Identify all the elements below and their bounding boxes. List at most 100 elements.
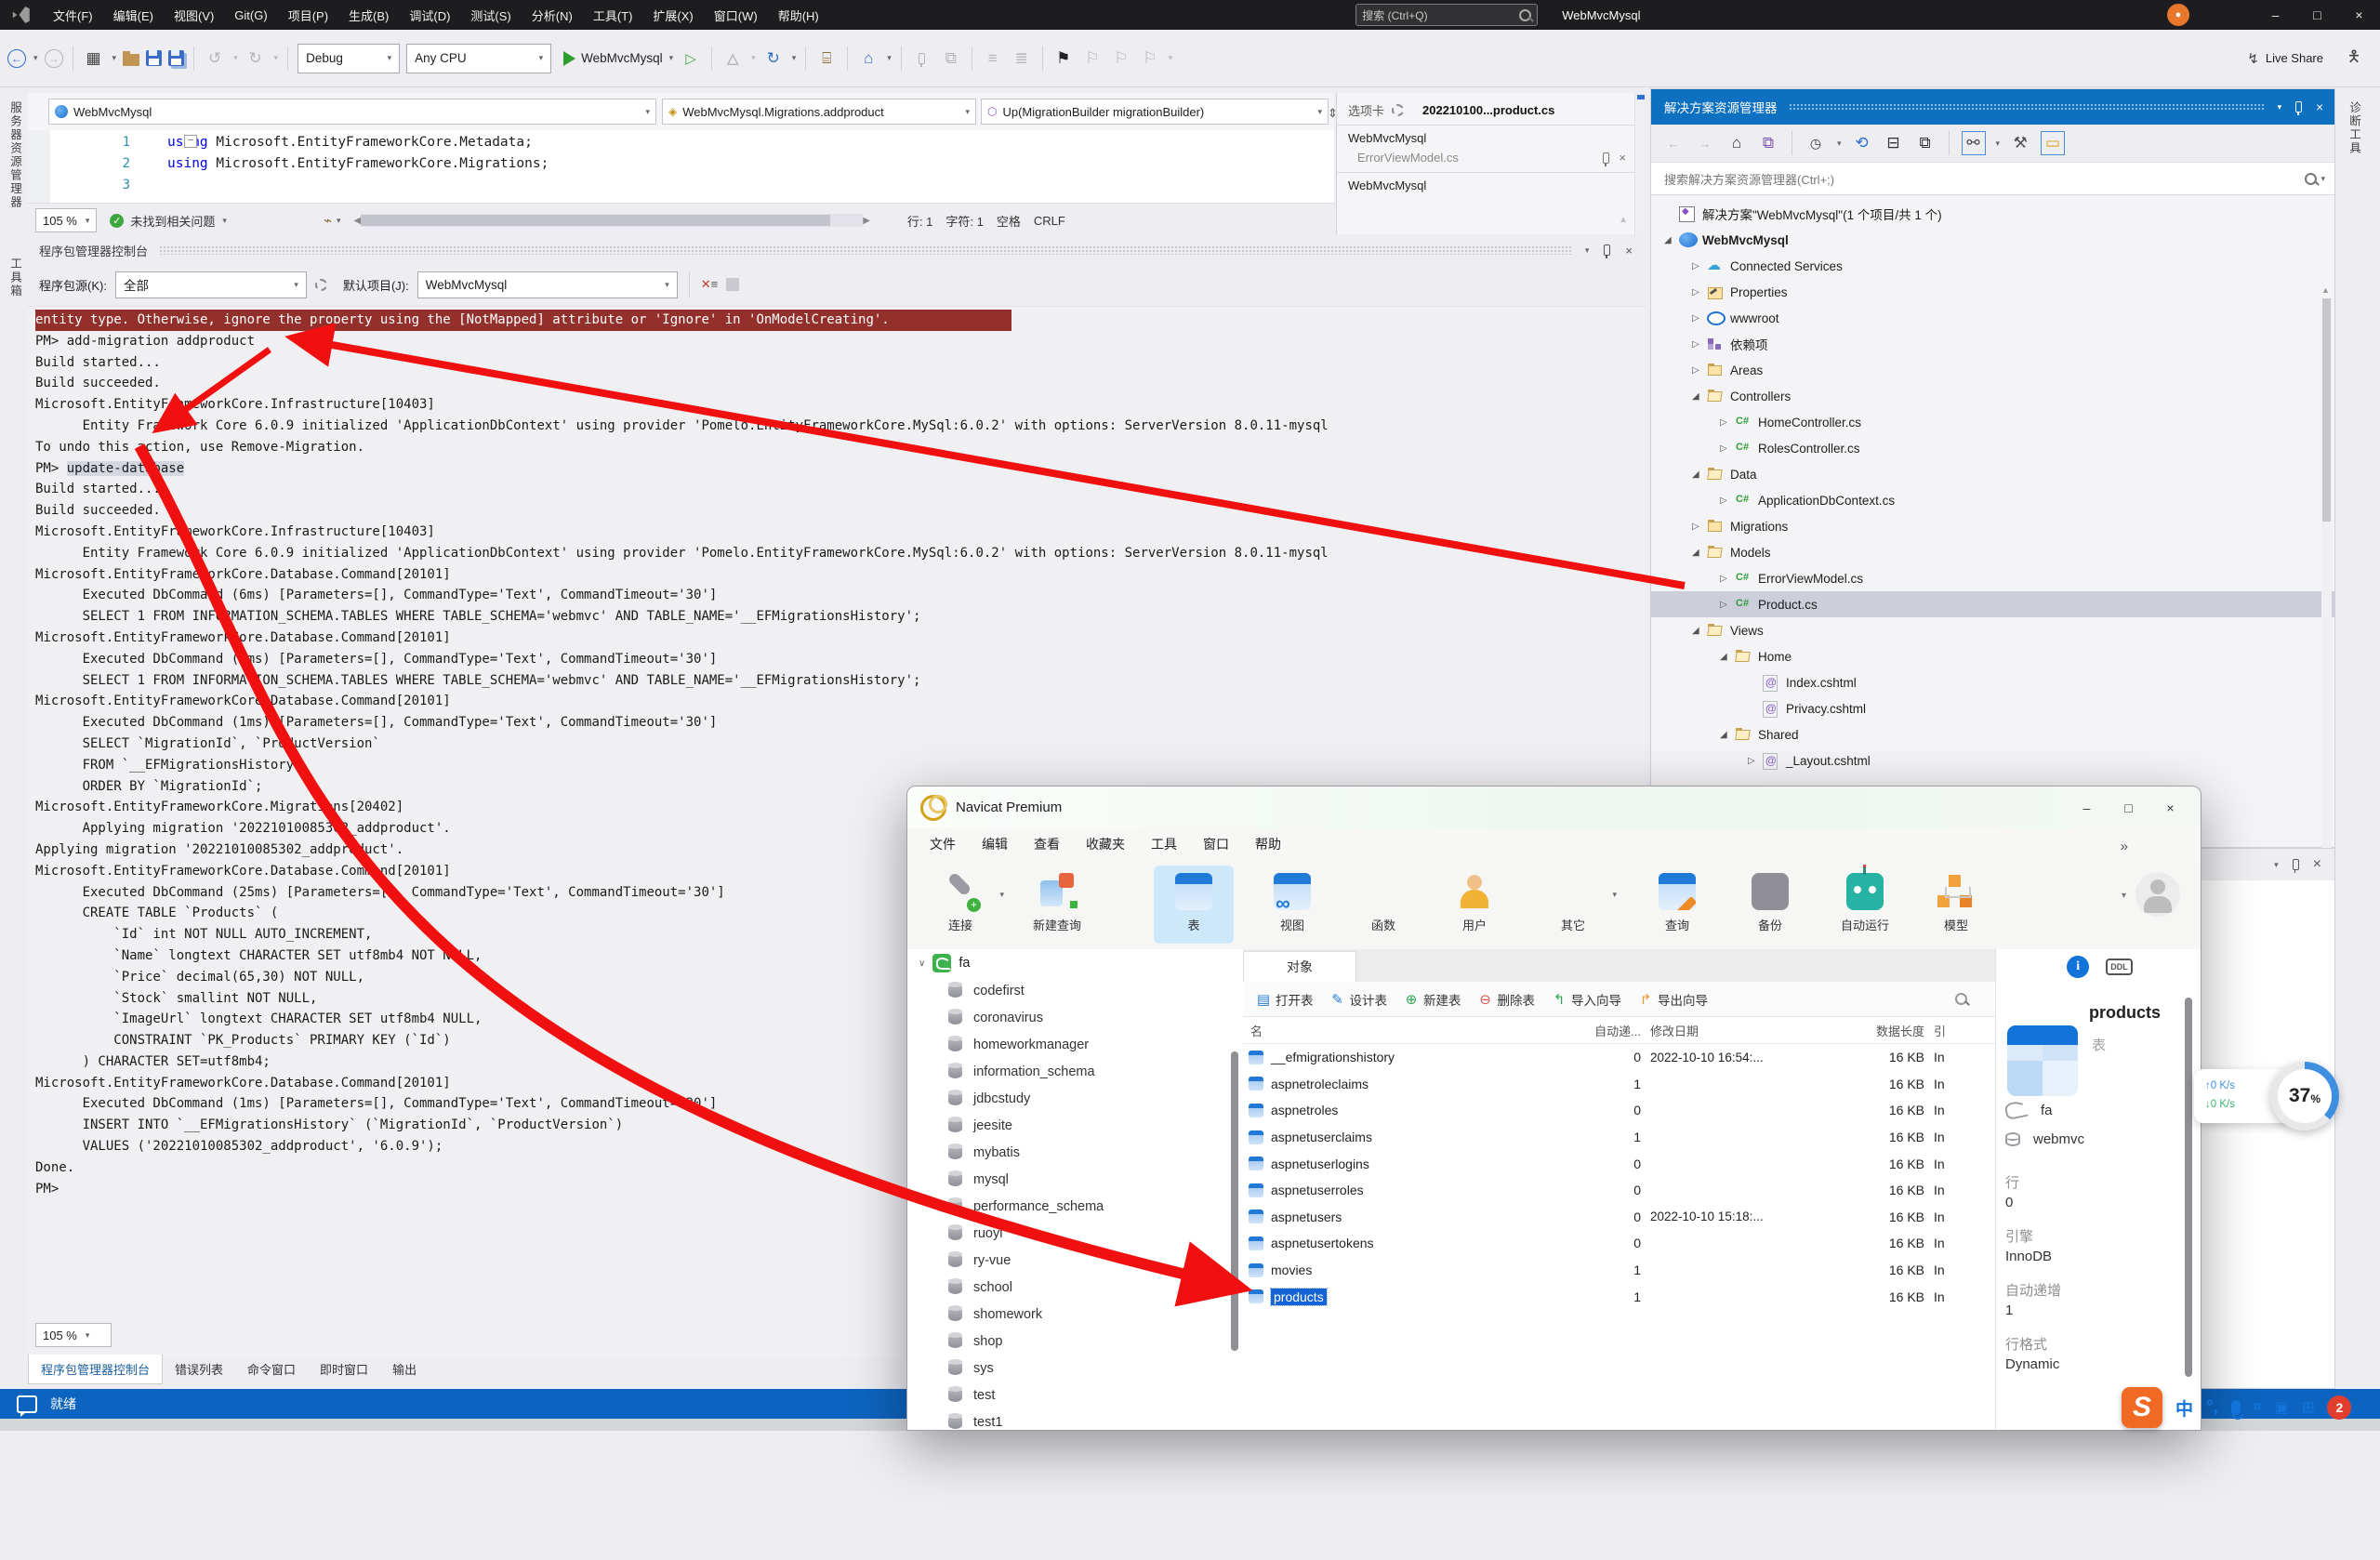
pin-panel-icon[interactable] [2293,859,2299,870]
tree-item[interactable]: ▷ Properties [1651,279,2334,305]
toolbox-grid-icon[interactable]: ⊞ [2302,1398,2314,1417]
menu-item[interactable]: 帮助(H) [768,0,829,30]
member-dropdown[interactable]: ⬡Up(MigrationBuilder migrationBuilder)▾ [981,99,1329,125]
expander-icon[interactable]: ▷ [1692,522,1707,532]
database-item[interactable]: mysql [907,1166,1243,1193]
pin-tab-icon[interactable] [911,47,933,70]
code-line[interactable]: 1using Microsoft.EntityFrameworkCore.Met… [28,132,549,153]
bookmark-icon[interactable]: ⚑ [1052,47,1075,70]
table-toolbar-button[interactable]: ⊕ 新建表 [1400,990,1465,1009]
collapse-all-icon[interactable]: ⊟ [1883,132,1905,154]
editor-vertical-scrollbar[interactable] [1634,93,1646,237]
navicat-tool-button[interactable]: 其它 ▾ [1533,866,1613,944]
prev-bookmark-icon[interactable]: ⚐ [1081,47,1104,70]
database-item[interactable]: performance_schema [907,1193,1243,1220]
expander-icon[interactable]: ◢ [1692,548,1707,558]
expander-icon[interactable]: ▷ [1720,496,1735,506]
expander-icon[interactable]: ◢ [1720,730,1735,740]
navicat-menu-item[interactable]: 收藏夹 [1073,835,1138,853]
database-item[interactable]: ry-vue [907,1247,1243,1274]
keyboard-icon[interactable]: ⌗ [2254,1399,2262,1416]
navicat-maximize-button[interactable]: □ [2108,793,2149,823]
menu-item[interactable]: 扩展(X) [642,0,703,30]
info-tab-icon[interactable]: i [2067,956,2089,978]
expander-icon[interactable]: ▷ [1692,261,1707,271]
tree-item[interactable]: ◢ Home [1651,643,2334,669]
home-icon[interactable]: ⌂ [857,47,879,70]
table-row[interactable]: __efmigrationshistory 0 2022-10-10 16:54… [1243,1044,1995,1071]
menu-item[interactable]: 工具(T) [583,0,643,30]
close-panel-icon[interactable]: × [2313,856,2321,873]
save-icon[interactable] [146,50,162,66]
database-item[interactable]: information_schema [907,1058,1243,1085]
expander-icon[interactable]: ◢ [1664,235,1679,245]
code-editor[interactable]: 1using Microsoft.EntityFrameworkCore.Met… [28,130,1334,203]
tree-item[interactable]: ▷ RolesController.cs [1651,435,2334,461]
tree-item[interactable]: ▷ _Layout.cshtml [1651,747,2334,773]
navicat-tool-button[interactable]: 模型 ▾ [1916,866,1996,944]
menu-item[interactable]: 测试(S) [460,0,521,30]
menu-item[interactable]: 项目(P) [278,0,338,30]
console-zoom-select[interactable]: 105 %▾ [35,1323,112,1347]
ime-punctuation[interactable]: °, [2206,1397,2218,1418]
sync-with-active-document-icon[interactable]: ⟲ [1851,132,1873,154]
pending-changes-filter-icon[interactable]: ◷ [1805,132,1827,154]
ime-mode-chinese[interactable]: 中 [2175,1395,2193,1421]
solution-configuration-select[interactable]: Debug▾ [298,44,400,73]
save-all-icon[interactable] [168,50,184,66]
table-row[interactable]: aspnetuserlogins 0 16 KB In [1243,1150,1995,1177]
tree-item[interactable]: Index.cshtml [1651,669,2334,695]
navicat-minimize-button[interactable]: – [2066,793,2108,823]
filter-search-icon[interactable] [1955,993,1967,1005]
pin-panel-icon[interactable] [2295,101,2302,112]
find-in-files-icon[interactable]: ⌸ [815,47,838,70]
tree-item[interactable]: ▷ Migrations [1651,513,2334,539]
table-toolbar-button[interactable]: ▤ 打开表 [1252,990,1317,1009]
undo-icon[interactable]: ↺ [204,47,226,70]
database-item[interactable]: jeesite [907,1112,1243,1139]
menu-item[interactable]: 编辑(E) [103,0,164,30]
user-avatar[interactable]: ● [2167,4,2189,26]
code-line[interactable]: 3 [28,175,549,196]
tree-item[interactable]: 解决方案"WebMvcMysql"(1 个项目/共 1 个) [1651,201,2334,227]
solution-platform-select[interactable]: Any CPU▾ [406,44,551,73]
tabwell-settings-icon[interactable] [1392,104,1404,116]
navicat-tool-button[interactable]: 自动运行 ▾ [1825,866,1905,944]
table-row[interactable]: aspnetuserclaims 1 16 KB In [1243,1124,1995,1151]
navicat-title-bar[interactable]: Navicat Premium – □ × [907,787,2201,828]
tree-item[interactable]: ▷ wwwroot [1651,305,2334,331]
navicat-tool-button[interactable]: 函数 ▾ [1343,866,1423,944]
database-item[interactable]: shomework [907,1301,1243,1328]
menu-item[interactable]: 视图(V) [164,0,224,30]
table-row[interactable]: movies 1 16 KB In [1243,1257,1995,1284]
tree-item[interactable]: ▷ Connected Services [1651,253,2334,279]
default-project-select[interactable]: WebMvcMysql▾ [417,271,678,298]
solution-search-input[interactable]: 搜索解决方案资源管理器(Ctrl+;) ▾ [1651,163,2334,195]
sogou-logo[interactable]: S [2122,1387,2162,1428]
tree-item[interactable]: ◢ Shared [1651,721,2334,747]
properties-icon[interactable]: ⚒ [2009,132,2031,154]
clear-console-icon[interactable]: ✕≡ [701,277,719,292]
notification-badge[interactable]: 2 [2327,1395,2351,1420]
tree-item[interactable]: ◢ Models [1651,539,2334,565]
database-item[interactable]: homeworkmanager [907,1031,1243,1058]
navicat-tool-button[interactable]: 用户 ▾ [1435,866,1514,944]
navicat-tool-button[interactable]: 备份 ▾ [1730,866,1810,944]
window-position-icon[interactable]: ▾ [1585,245,1590,256]
tree-item[interactable]: ◢ Data [1651,461,2334,487]
database-item[interactable]: sys [907,1355,1243,1382]
navicat-tool-button[interactable]: 表 ▾ [1154,866,1234,944]
line-endings[interactable]: CRLF [1034,214,1065,228]
close-button[interactable]: × [2338,0,2380,30]
tree-item[interactable]: ◢ Controllers [1651,383,2334,409]
connection-item[interactable]: ∨ fa [907,949,1243,977]
tree-vertical-scrollbar[interactable]: ▲ [2321,298,2332,856]
expander-icon[interactable]: ▷ [1720,574,1735,584]
close-panel-icon[interactable]: × [2316,100,2323,114]
start-debug-button[interactable]: WebMvcMysql▾ [563,51,673,66]
navigate-forward-icon[interactable]: → [45,49,63,68]
solution-explorer-title-bar[interactable]: 解决方案资源管理器 ▾ × [1651,89,2334,125]
navicat-menu-item[interactable]: 工具 [1138,835,1190,853]
copy-icon[interactable]: ⧉ [940,47,962,70]
new-project-icon[interactable]: ▦ [83,47,105,70]
